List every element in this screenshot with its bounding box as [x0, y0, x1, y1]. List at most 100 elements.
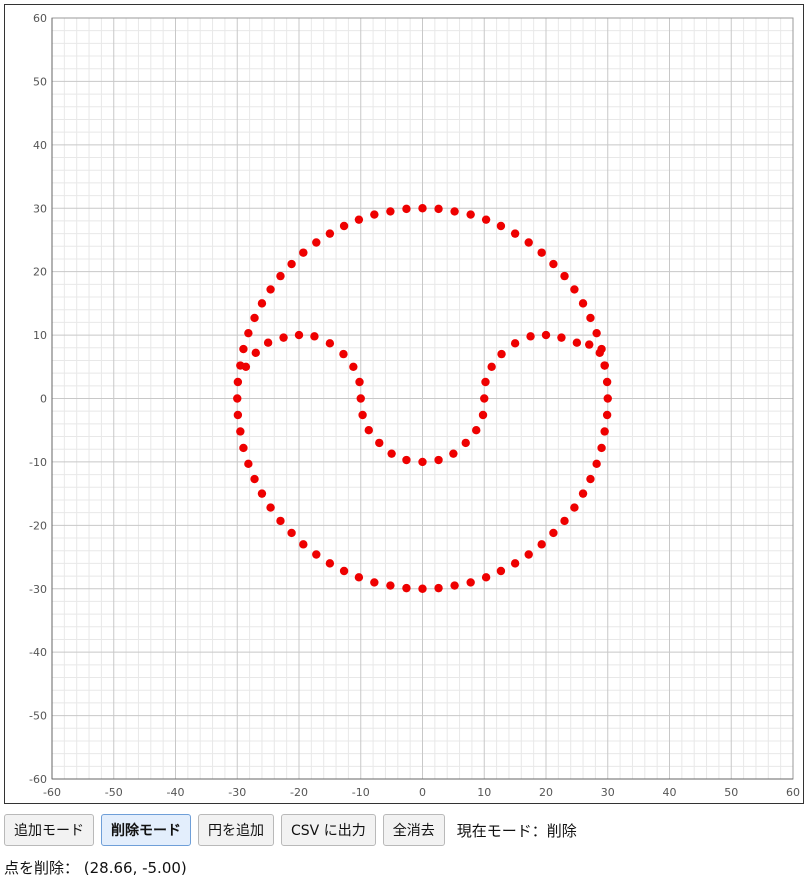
data-point[interactable] [450, 207, 459, 216]
data-point[interactable] [299, 540, 308, 549]
data-point[interactable] [510, 559, 520, 568]
data-point[interactable] [354, 573, 364, 582]
data-point[interactable] [276, 271, 285, 281]
data-point[interactable] [586, 313, 595, 323]
data-point[interactable] [257, 299, 267, 308]
data-point[interactable] [472, 426, 481, 435]
data-point[interactable] [358, 410, 367, 420]
data-point[interactable] [600, 361, 609, 370]
data-point[interactable] [487, 362, 496, 371]
data-point[interactable] [244, 328, 253, 338]
data-point[interactable] [481, 377, 490, 387]
data-point[interactable] [602, 410, 612, 420]
data-point[interactable] [524, 550, 533, 559]
data-point[interactable] [370, 578, 379, 587]
data-point[interactable] [418, 457, 427, 467]
data-point[interactable] [418, 584, 427, 593]
data-point[interactable] [239, 344, 248, 354]
data-point[interactable] [402, 455, 411, 465]
plot-svg[interactable]: -60-60 -50 -50 -40 -40 -30 -30 -20 -20 -10 -10 0 0 10… [5, 5, 803, 803]
data-point[interactable] [496, 566, 506, 576]
data-point[interactable] [560, 271, 569, 281]
data-point[interactable] [418, 204, 427, 213]
data-point[interactable] [354, 215, 364, 224]
data-point[interactable] [537, 540, 546, 549]
add-circle-button[interactable]: 円を追加 [198, 814, 274, 846]
data-point[interactable] [481, 573, 491, 582]
data-point[interactable] [244, 459, 253, 469]
data-point[interactable] [402, 583, 411, 593]
data-point[interactable] [557, 333, 566, 342]
data-point[interactable] [549, 259, 558, 269]
data-point[interactable] [310, 332, 319, 341]
data-point[interactable] [578, 489, 588, 498]
delete-mode-button[interactable]: 削除モード [101, 814, 191, 846]
data-point[interactable] [375, 438, 384, 448]
data-point[interactable] [585, 340, 594, 349]
data-point[interactable] [386, 581, 395, 590]
data-point[interactable] [595, 348, 604, 358]
data-point[interactable] [356, 394, 365, 403]
data-point[interactable] [349, 362, 358, 371]
data-point[interactable] [339, 221, 349, 231]
data-point[interactable] [541, 330, 551, 340]
data-point[interactable] [279, 333, 288, 342]
data-point[interactable] [480, 394, 489, 403]
data-point[interactable] [478, 410, 488, 420]
data-point[interactable] [578, 299, 588, 308]
data-point[interactable] [325, 229, 335, 238]
data-point[interactable] [250, 474, 259, 484]
data-point[interactable] [370, 210, 379, 219]
data-point[interactable] [276, 516, 285, 526]
data-point[interactable] [570, 503, 579, 512]
data-point[interactable] [325, 559, 335, 568]
data-point[interactable] [236, 427, 245, 436]
plot-canvas[interactable]: -60 -60 -50 -50 -40 -40 -30 -30 -20 -20 -10 -10 0 0 10… [4, 4, 804, 804]
data-point[interactable] [312, 550, 321, 559]
export-csv-button[interactable]: CSV に出力 [281, 814, 376, 846]
data-point[interactable] [510, 339, 520, 348]
data-point[interactable] [287, 259, 296, 269]
data-point[interactable] [603, 394, 612, 403]
data-point[interactable] [496, 221, 506, 231]
data-point[interactable] [241, 362, 251, 371]
data-point[interactable] [434, 455, 443, 465]
data-point[interactable] [481, 215, 491, 224]
data-point[interactable] [312, 238, 321, 247]
data-point[interactable] [537, 248, 546, 257]
data-point[interactable] [549, 528, 558, 538]
data-point[interactable] [466, 210, 475, 219]
data-point[interactable] [560, 516, 569, 526]
data-point[interactable] [251, 348, 260, 358]
data-point[interactable] [287, 528, 296, 538]
data-point[interactable] [266, 503, 275, 512]
data-point[interactable] [592, 328, 601, 338]
clear-all-button[interactable]: 全消去 [382, 814, 445, 846]
data-point[interactable] [586, 474, 595, 484]
data-point[interactable] [387, 449, 396, 458]
data-point[interactable] [592, 459, 601, 469]
data-point[interactable] [510, 229, 520, 238]
data-point[interactable] [364, 426, 373, 435]
data-point[interactable] [449, 449, 458, 458]
data-point[interactable] [299, 248, 308, 257]
data-point[interactable] [250, 313, 259, 323]
data-point[interactable] [339, 566, 349, 576]
data-point[interactable] [600, 427, 609, 436]
data-point[interactable] [434, 583, 443, 593]
data-point[interactable] [325, 339, 335, 348]
add-mode-button[interactable]: 追加モード [4, 814, 94, 846]
data-point[interactable] [526, 332, 535, 341]
data-point[interactable] [239, 443, 248, 453]
data-point[interactable] [570, 285, 579, 294]
data-point[interactable] [461, 438, 470, 448]
data-point[interactable] [263, 338, 273, 347]
data-point[interactable] [233, 410, 243, 420]
data-point[interactable] [572, 338, 582, 347]
data-point[interactable] [597, 443, 606, 453]
data-point[interactable] [294, 330, 304, 340]
data-point[interactable] [233, 394, 242, 403]
data-point[interactable] [450, 581, 459, 590]
data-point[interactable] [434, 204, 443, 214]
data-point[interactable] [386, 207, 395, 216]
